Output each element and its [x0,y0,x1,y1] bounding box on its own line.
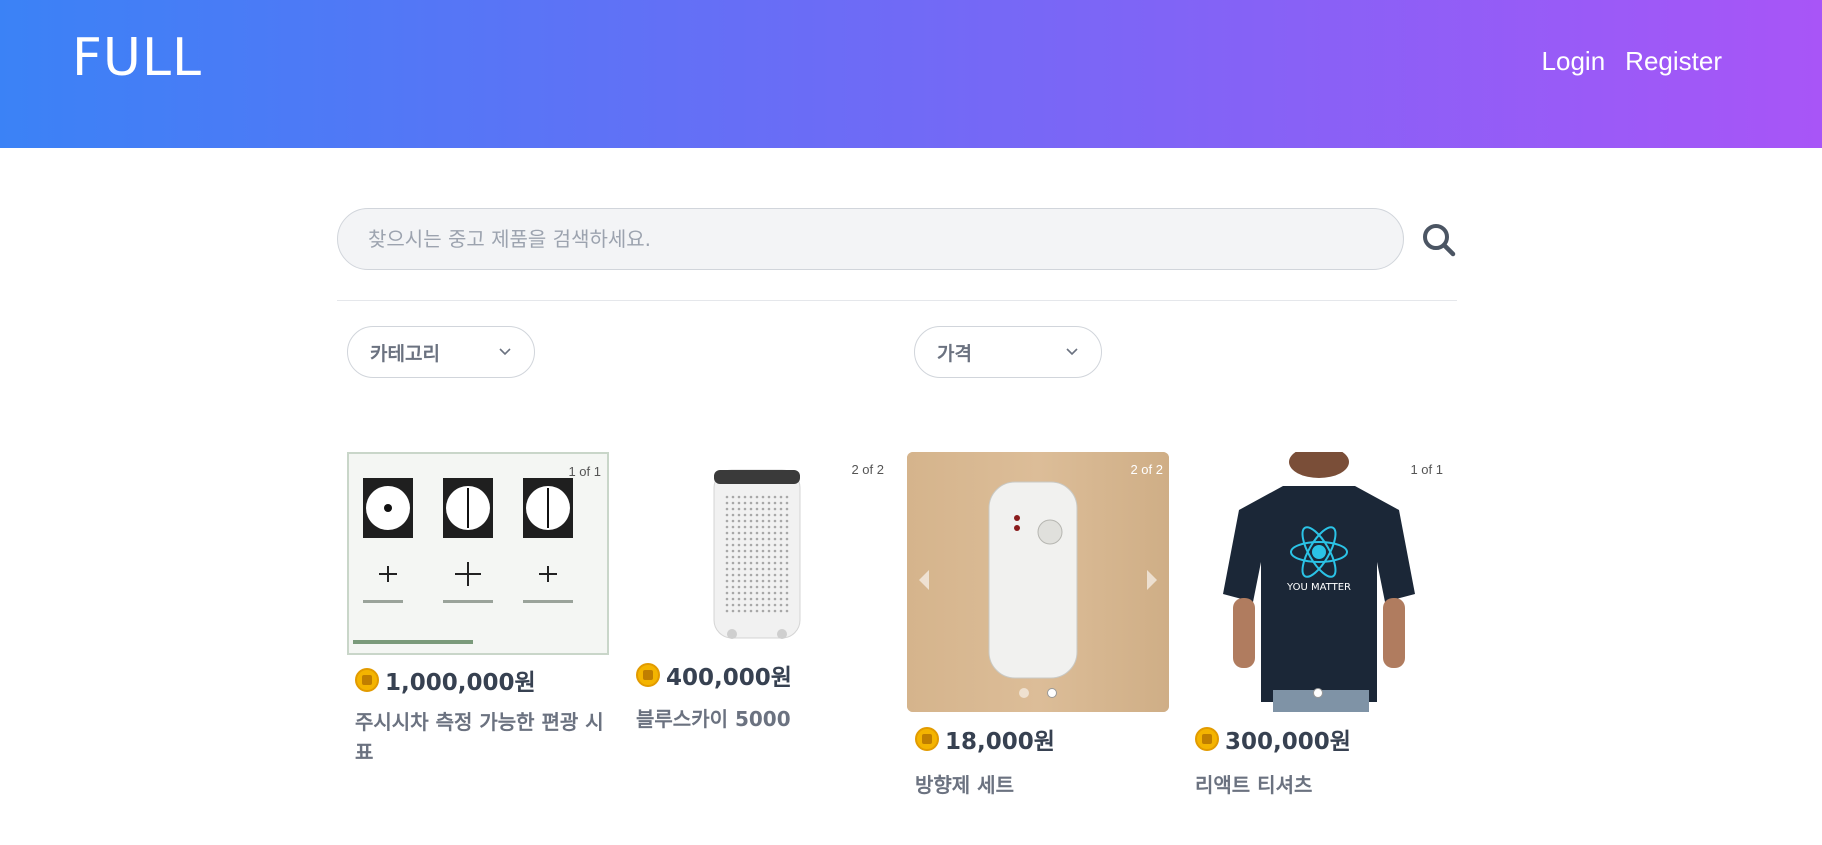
image-counter: 1 of 1 [568,464,601,479]
chevron-down-icon [1066,348,1078,356]
shirt-text: YOU MATTER [1286,582,1351,593]
price-row: 1,000,000원 [355,663,609,697]
nav: Login Register [1542,46,1722,77]
image-counter: 1 of 1 [1410,462,1443,477]
logo[interactable]: FULL [72,28,202,88]
price-filter-label: 가격 [937,342,972,365]
search-bar [337,208,1457,270]
chevron-down-icon [499,348,511,356]
header: FULL Login Register [0,0,1822,148]
product-price: 400,000원 [666,665,792,691]
tshirt-image: YOU MATTER [1187,452,1449,712]
product-image-tshirt[interactable]: YOU MATTER 1 of 1 [1187,452,1449,712]
login-link[interactable]: Login [1542,46,1606,77]
coin-icon [636,663,660,687]
divider [337,300,1457,301]
diagram-image [349,454,607,653]
air-freshener-image [907,452,1169,712]
coin-icon [1195,727,1219,751]
search-icon[interactable] [1419,220,1459,260]
carousel-dot-active[interactable] [1313,688,1323,698]
price-row: 400,000원 [636,658,890,692]
carousel-dots [1187,688,1449,698]
coin-icon [915,727,939,751]
air-purifier-image [713,469,801,639]
category-filter[interactable]: 카테고리 [347,326,535,378]
carousel-dot-active[interactable] [1047,688,1057,698]
search-input[interactable] [337,208,1404,270]
product-title[interactable]: 블루스카이 5000 [636,704,890,734]
coin-icon [355,668,379,692]
carousel-dots [907,688,1169,698]
product-card[interactable]: 2 of 2 400,000원 블루스카이 5000 [628,452,890,734]
product-price: 1,000,000원 [385,670,536,696]
product-card[interactable]: YOU MATTER 1 of 1 300,000원 리액트 티셔츠 [1187,452,1449,800]
product-price: 300,000원 [1225,729,1351,755]
carousel-dot[interactable] [1019,688,1029,698]
carousel-next-button[interactable] [1147,570,1157,590]
image-counter: 2 of 2 [1130,462,1163,477]
product-card[interactable]: 1 of 1 1,000,000원 주시시차 측정 가능한 편광 시표 [347,452,609,767]
product-image-freshener[interactable]: 2 of 2 [907,452,1169,712]
category-filter-label: 카테고리 [370,342,440,365]
register-link[interactable]: Register [1625,46,1722,77]
product-title[interactable]: 방향제 세트 [915,770,1169,800]
price-row: 300,000원 [1195,722,1449,756]
product-card[interactable]: 2 of 2 18,000원 방향제 세트 [907,452,1169,800]
price-filter[interactable]: 가격 [914,326,1102,378]
product-title[interactable]: 리액트 티셔츠 [1195,770,1449,800]
price-row: 18,000원 [915,722,1169,756]
product-image-diagram[interactable]: 1 of 1 [347,452,609,655]
carousel-prev-button[interactable] [919,570,929,590]
product-price: 18,000원 [945,729,1055,755]
product-image-purifier[interactable]: 2 of 2 [628,452,890,652]
image-counter: 2 of 2 [851,462,884,477]
product-title[interactable]: 주시시차 측정 가능한 편광 시표 [355,707,609,767]
